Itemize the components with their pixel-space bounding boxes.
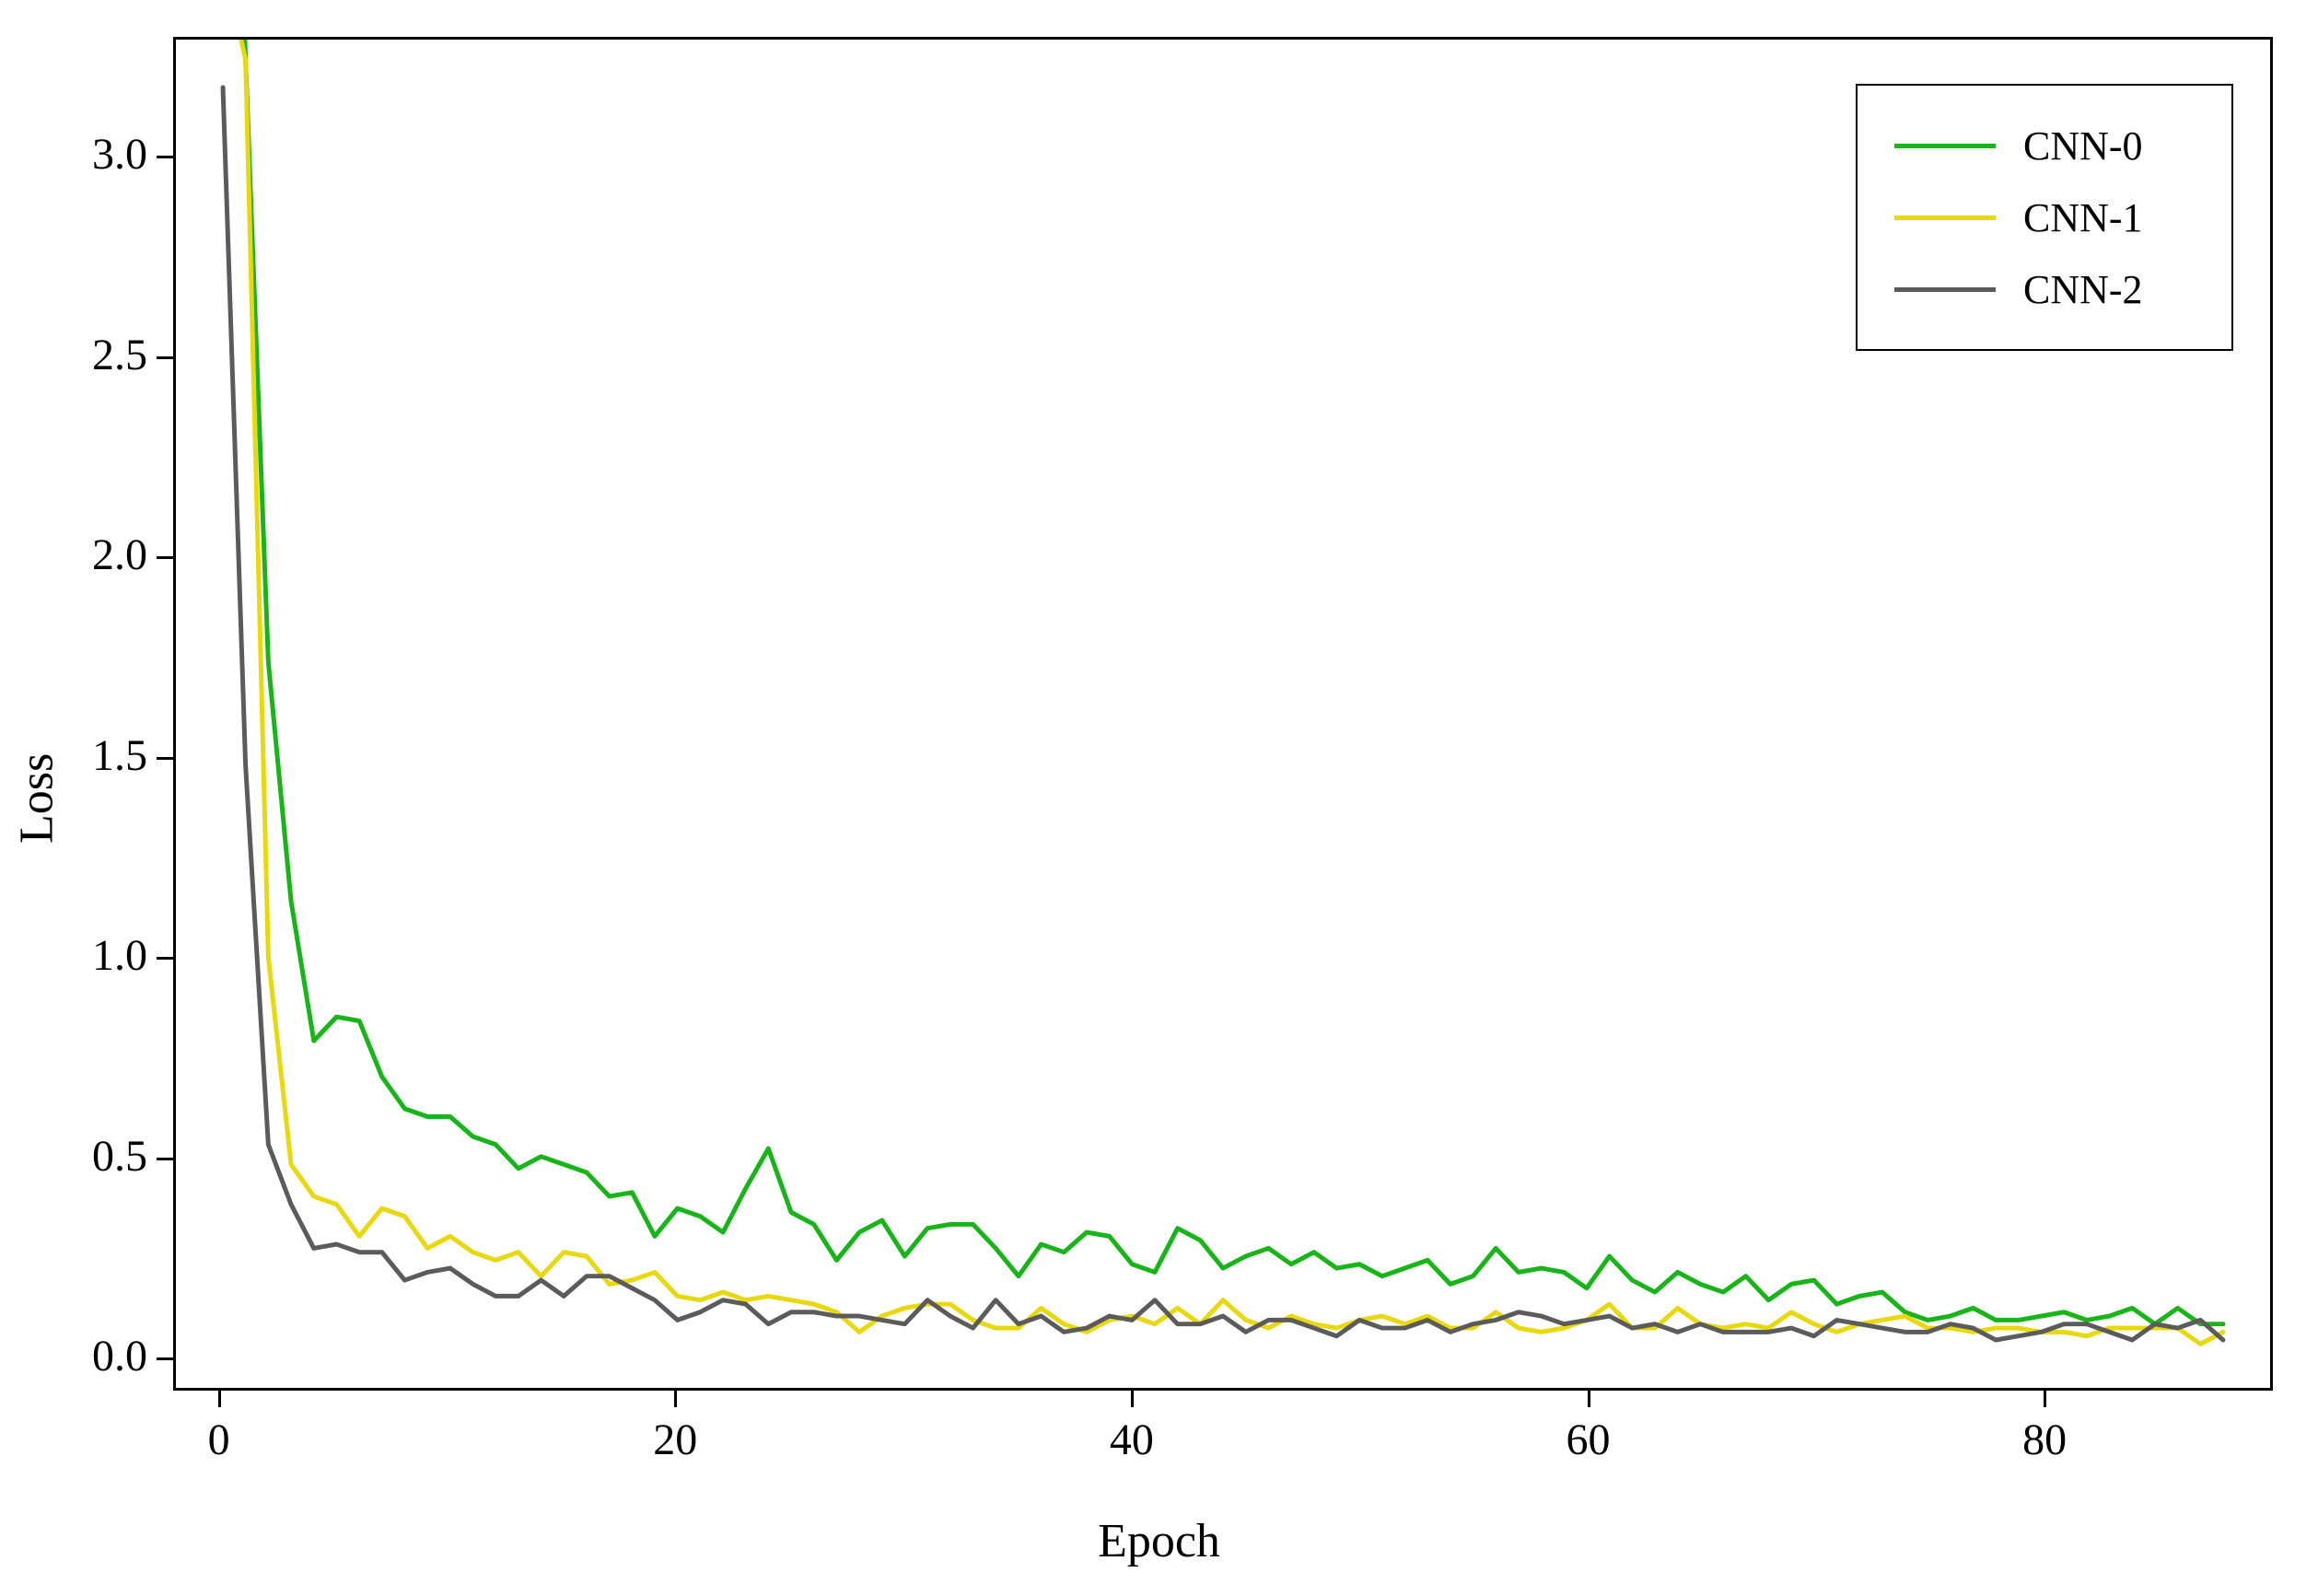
legend-swatch xyxy=(1894,287,1996,292)
x-axis-label-text: Epoch xyxy=(1098,1515,1220,1567)
legend-entry: CNN-0 xyxy=(1894,110,2195,181)
legend-swatch xyxy=(1894,144,1996,148)
legend-box: CNN-0 CNN-1 CNN-2 xyxy=(1856,84,2233,351)
y-tick-mark xyxy=(157,156,173,158)
legend-label: CNN-1 xyxy=(2023,194,2143,241)
legend-label: CNN-2 xyxy=(2023,266,2143,313)
x-tick-label: 0 xyxy=(182,1415,256,1465)
x-tick-label: 40 xyxy=(1095,1415,1169,1465)
y-tick-label: 0.0 xyxy=(92,1331,147,1381)
y-tick-label: 0.5 xyxy=(92,1131,147,1182)
y-tick-mark xyxy=(157,957,173,960)
x-tick-label: 60 xyxy=(1552,1415,1625,1465)
legend-entry: CNN-1 xyxy=(1894,181,2195,253)
y-tick-mark xyxy=(157,1357,173,1360)
y-tick-label: 2.0 xyxy=(92,530,147,580)
y-axis-label: Loss xyxy=(9,0,64,1596)
y-axis-label-text: Loss xyxy=(10,752,64,843)
chart-page: Loss Epoch CNN-0 CNN-1 CNN-2 0 20 40 60 80 0.0 0… xyxy=(0,0,2318,1596)
x-tick-mark xyxy=(2044,1391,2046,1407)
x-tick-label: 20 xyxy=(638,1415,712,1465)
x-tick-mark xyxy=(674,1391,677,1407)
plot-area: CNN-0 CNN-1 CNN-2 xyxy=(173,37,2273,1391)
y-tick-mark xyxy=(157,356,173,359)
x-tick-mark xyxy=(1131,1391,1134,1407)
y-tick-label: 1.5 xyxy=(92,730,147,781)
y-tick-label: 1.0 xyxy=(92,930,147,981)
y-tick-mark xyxy=(157,556,173,559)
y-tick-label: 3.0 xyxy=(92,129,147,180)
legend-label: CNN-0 xyxy=(2023,122,2143,169)
legend-swatch xyxy=(1894,216,1996,220)
legend-entry: CNN-2 xyxy=(1894,253,2195,325)
y-tick-label: 2.5 xyxy=(92,330,147,380)
y-tick-mark xyxy=(157,757,173,760)
x-tick-mark xyxy=(1588,1391,1590,1407)
x-axis-label: Epoch xyxy=(0,1514,2318,1568)
y-tick-mark xyxy=(157,1158,173,1160)
x-tick-label: 80 xyxy=(2008,1415,2081,1465)
x-tick-mark xyxy=(218,1391,221,1407)
